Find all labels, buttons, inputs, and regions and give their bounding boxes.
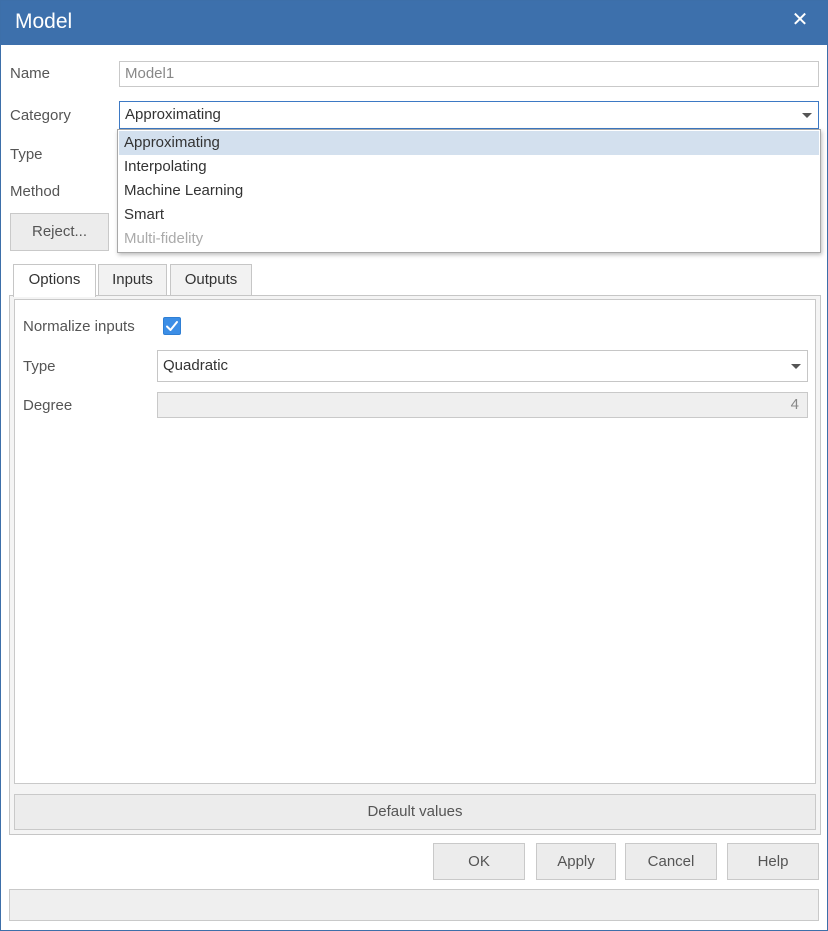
category-dropdown: Approximating Interpolating Machine Lear… bbox=[117, 129, 821, 253]
dropdown-option-interpolating[interactable]: Interpolating bbox=[119, 155, 819, 179]
tab-outputs[interactable]: Outputs bbox=[170, 264, 252, 296]
apply-button[interactable]: Apply bbox=[536, 843, 616, 880]
tab-inputs[interactable]: Inputs bbox=[98, 264, 167, 296]
tab-panel: Normalize inputs Type Quadratic Degree 4… bbox=[9, 295, 821, 835]
degree-label: Degree bbox=[23, 397, 73, 414]
category-selected-value: Approximating bbox=[125, 106, 221, 123]
cancel-button[interactable]: Cancel bbox=[625, 843, 717, 880]
category-select[interactable]: Approximating bbox=[119, 101, 819, 129]
title-bar: Model ✕ bbox=[1, 1, 827, 45]
options-panel: Normalize inputs Type Quadratic Degree 4 bbox=[14, 299, 816, 784]
dropdown-option-multi-fidelity: Multi-fidelity bbox=[124, 230, 204, 247]
dropdown-option-machine-learning[interactable]: Machine Learning bbox=[119, 179, 819, 203]
chevron-down-icon bbox=[802, 113, 812, 118]
category-label: Category bbox=[10, 107, 71, 124]
type-label-options: Type bbox=[23, 358, 56, 375]
dropdown-option-approximating[interactable]: Approximating bbox=[119, 131, 819, 155]
type-select[interactable]: Quadratic bbox=[157, 350, 808, 382]
checkmark-icon bbox=[166, 321, 178, 331]
name-input[interactable]: Model1 bbox=[119, 61, 819, 87]
default-values-button[interactable]: Default values bbox=[14, 794, 816, 830]
type-label: Type bbox=[10, 146, 43, 163]
help-button[interactable]: Help bbox=[727, 843, 819, 880]
chevron-down-icon bbox=[791, 364, 801, 369]
normalize-inputs-label: Normalize inputs bbox=[23, 318, 135, 335]
close-button[interactable]: ✕ bbox=[787, 7, 813, 33]
dropdown-option-smart[interactable]: Smart bbox=[119, 203, 819, 227]
degree-input: 4 bbox=[157, 392, 808, 418]
reject-button[interactable]: Reject... bbox=[10, 213, 109, 251]
tab-options[interactable]: Options bbox=[13, 264, 96, 297]
normalize-inputs-checkbox[interactable] bbox=[163, 317, 181, 335]
close-icon: ✕ bbox=[791, 9, 809, 31]
type-selected-value: Quadratic bbox=[163, 357, 229, 374]
ok-button[interactable]: OK bbox=[433, 843, 525, 880]
name-label: Name bbox=[10, 65, 51, 82]
model-dialog: Model ✕ Name Model1 Category Approximati… bbox=[0, 0, 828, 931]
dialog-title: Model bbox=[15, 10, 73, 33]
status-bar bbox=[9, 889, 819, 921]
method-label: Method bbox=[10, 183, 61, 200]
